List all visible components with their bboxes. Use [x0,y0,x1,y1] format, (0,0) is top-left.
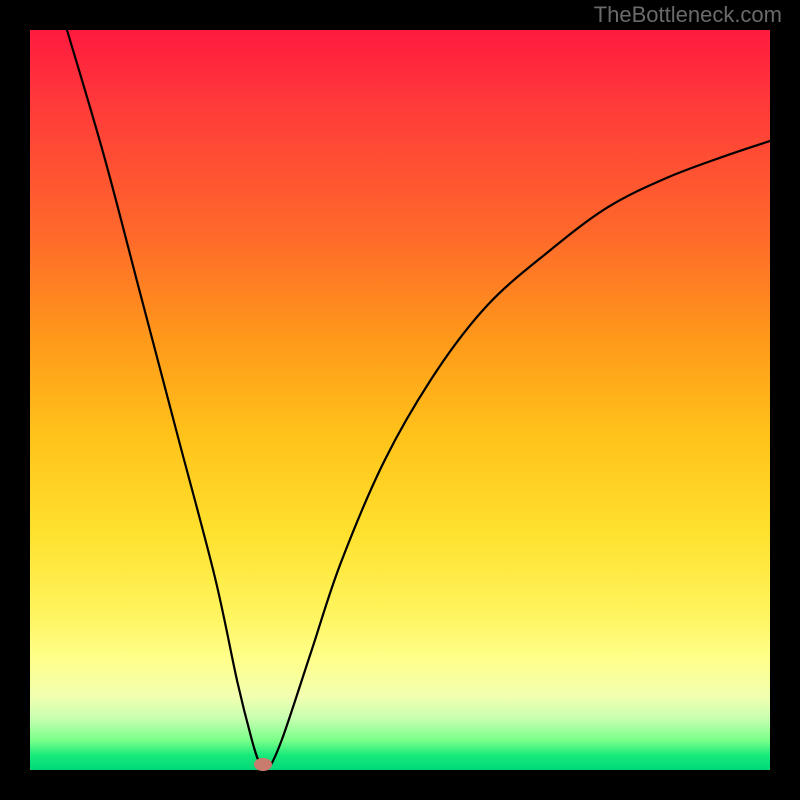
curve-layer [30,30,770,770]
chart-frame: TheBottleneck.com [0,0,800,800]
plot-area [30,30,770,770]
bottleneck-curve [67,30,770,771]
watermark-text: TheBottleneck.com [594,2,782,28]
